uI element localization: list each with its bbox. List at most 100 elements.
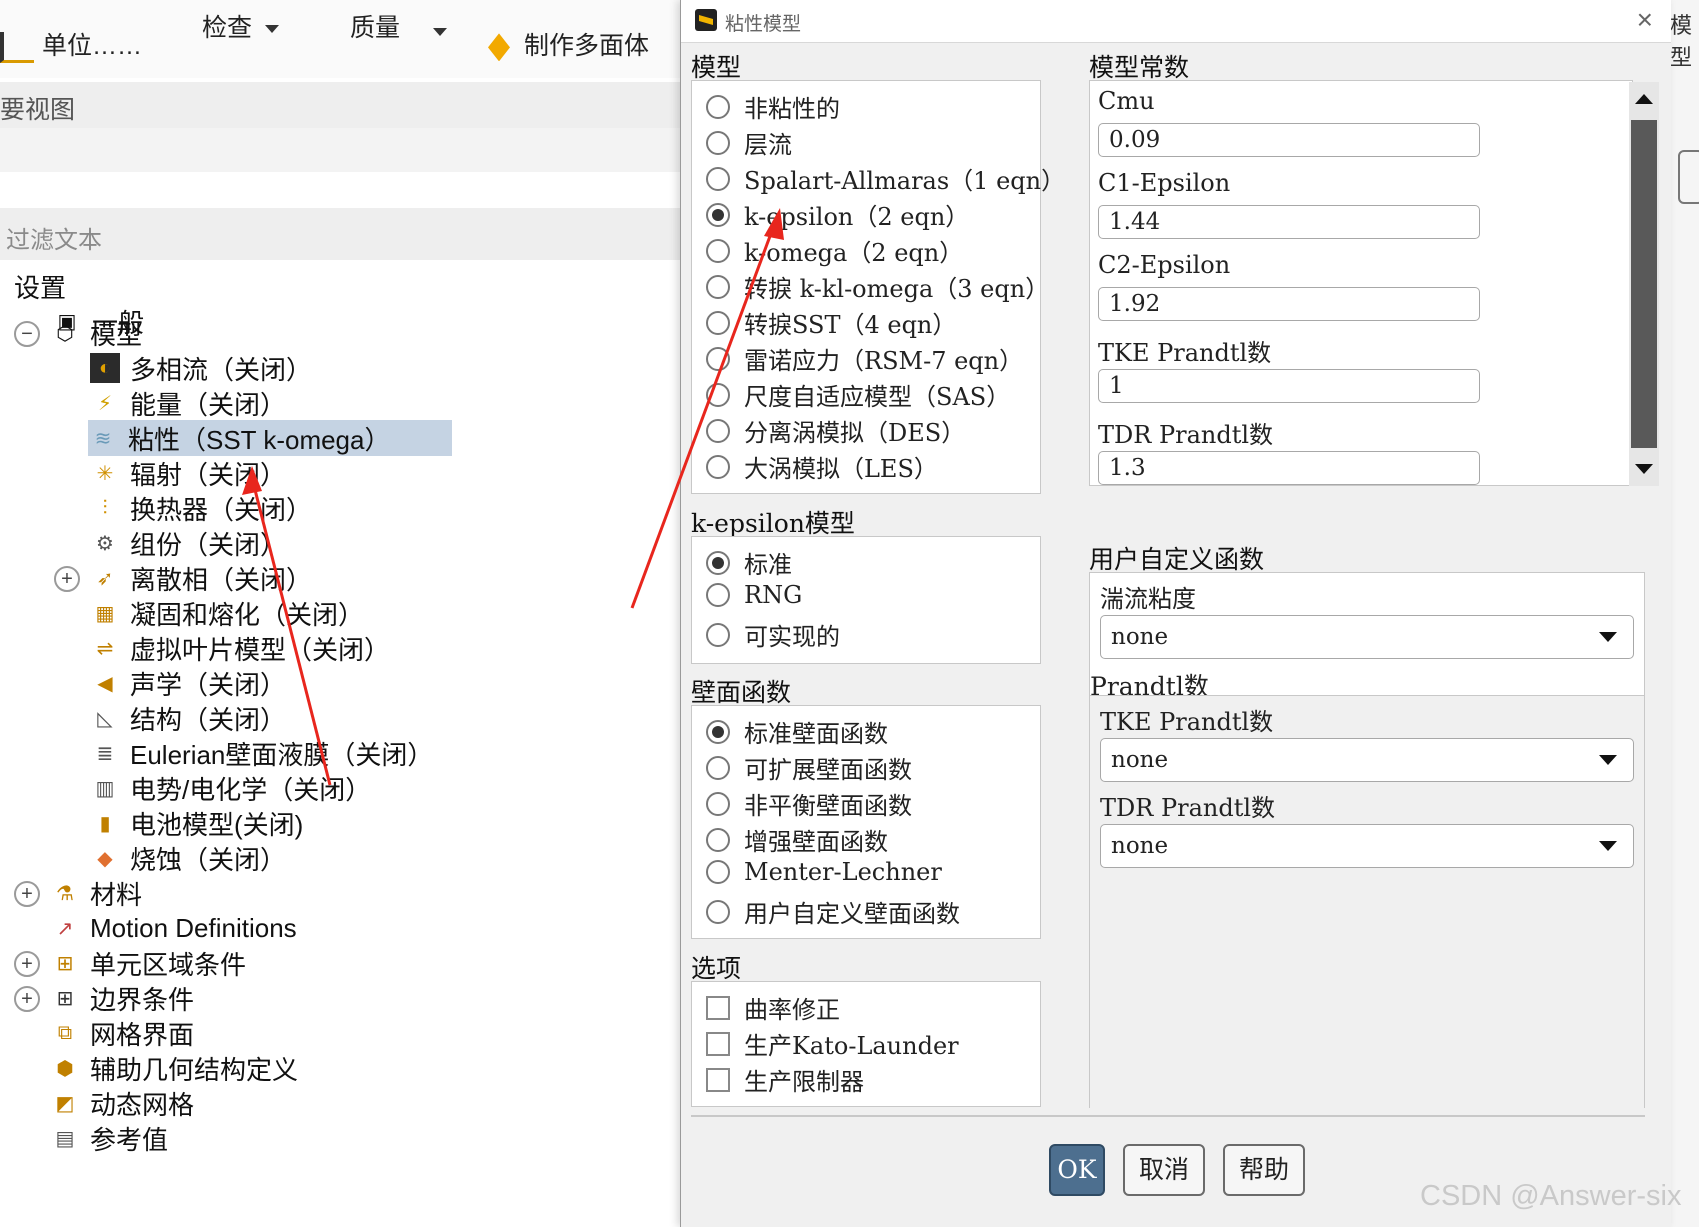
radio-button-selected[interactable] xyxy=(706,202,730,227)
tree-model-radiation[interactable]: ✳ 辐射（关闭） xyxy=(90,455,286,491)
option-kato-launder[interactable]: 生产Kato-Launder xyxy=(706,1026,959,1061)
tree-model-virtual-blade[interactable]: ⇌ 虚拟叶片模型（关闭） xyxy=(90,630,390,666)
expand-cell-zone-icon[interactable]: + xyxy=(14,951,40,977)
panel-control[interactable] xyxy=(1678,150,1699,204)
quality-chevron-down-icon[interactable] xyxy=(433,28,447,36)
radio-button[interactable] xyxy=(706,346,730,371)
model-option-les[interactable]: 大涡模拟（LES） xyxy=(706,449,938,484)
close-icon[interactable]: × xyxy=(1637,4,1653,36)
expand-boundary-icon[interactable]: + xyxy=(14,986,40,1012)
tree-cell-zone[interactable]: ⊞ 单元区域条件 xyxy=(50,945,246,981)
tree-model-solidification[interactable]: ▦ 凝固和熔化（关闭） xyxy=(90,595,364,631)
model-option-k-epsilon[interactable]: k-epsilon（2 eqn） xyxy=(706,197,969,232)
checkbox[interactable] xyxy=(706,995,730,1020)
model-option-sas[interactable]: 尺度自适应模型（SAS） xyxy=(706,377,1010,412)
tree-model-eulerian-film[interactable]: ≣ Eulerian壁面液膜（关闭） xyxy=(90,735,434,771)
tree-model-viscous[interactable]: ≋ 粘性（SST k-omega） xyxy=(88,420,452,456)
radio-button[interactable] xyxy=(706,860,730,884)
scroll-down-icon[interactable] xyxy=(1635,464,1653,474)
model-option-k-omega[interactable]: k-omega（2 eqn） xyxy=(706,233,963,268)
checkbox[interactable] xyxy=(706,1031,730,1056)
radio-button[interactable] xyxy=(706,94,730,119)
tree-dynamic-mesh[interactable]: ◩ 动态网格 xyxy=(50,1085,194,1121)
expand-dpm-icon[interactable]: + xyxy=(54,566,80,592)
tree-model-heat-exchanger[interactable]: ⫶ 换热器（关闭） xyxy=(90,490,313,526)
tree-mesh-interfaces[interactable]: ⧉ 网格界面 xyxy=(50,1015,194,1051)
radio-button[interactable] xyxy=(706,130,730,155)
radio-button-selected[interactable] xyxy=(706,719,730,744)
radio-button[interactable] xyxy=(706,454,730,479)
tree-model-acoustics[interactable]: ◀ 声学（关闭） xyxy=(90,665,286,701)
tke-prandtl-dropdown[interactable]: none xyxy=(1100,738,1634,782)
wall-option-standard[interactable]: 标准壁面函数 xyxy=(706,714,888,749)
tree-boundary[interactable]: ⊞ 边界条件 xyxy=(50,980,194,1016)
model-option-transition-kklw[interactable]: 转捩 k-kl-omega（3 eqn） xyxy=(706,269,1049,304)
model-option-des[interactable]: 分离涡模拟（DES） xyxy=(706,413,965,448)
turb-viscosity-dropdown[interactable]: none xyxy=(1100,615,1634,659)
tree-model-potential[interactable]: ▥ 电势/电化学（关闭） xyxy=(90,770,372,806)
quality-menu[interactable]: 质量 xyxy=(350,8,400,44)
tree-model-dpm[interactable]: ➶ 离散相（关闭） xyxy=(90,560,312,596)
wall-option-menter-lechner[interactable]: Menter-Lechner xyxy=(706,858,942,886)
tree-motion-definitions[interactable]: ↗ Motion Definitions xyxy=(50,910,297,946)
tree-model-battery[interactable]: ▮ 电池模型(关闭) xyxy=(90,805,303,841)
radio-button-selected[interactable] xyxy=(706,550,730,575)
tree-materials[interactable]: ⚗ 材料 xyxy=(50,875,142,911)
cmu-input[interactable]: 0.09 xyxy=(1098,123,1480,157)
radio-button[interactable] xyxy=(706,418,730,443)
radio-button[interactable] xyxy=(706,382,730,407)
wall-option-enhanced[interactable]: 增强壁面函数 xyxy=(706,822,888,857)
tree-setup[interactable]: 设置 xyxy=(14,268,66,304)
radio-button[interactable] xyxy=(706,274,730,299)
radio-button[interactable] xyxy=(706,310,730,335)
ok-button[interactable]: OK xyxy=(1049,1144,1105,1196)
radio-button[interactable] xyxy=(706,899,730,924)
c2-epsilon-input[interactable]: 1.92 xyxy=(1098,287,1480,321)
c1-epsilon-input[interactable]: 1.44 xyxy=(1098,205,1480,239)
radio-button[interactable] xyxy=(706,166,730,191)
tree-model-ablation[interactable]: ◆ 烧蚀（关闭） xyxy=(90,840,286,876)
model-option-transition-sst[interactable]: 转捩SST（4 eqn） xyxy=(706,305,956,340)
radio-button[interactable] xyxy=(706,827,730,852)
scroll-up-icon[interactable] xyxy=(1635,94,1653,104)
filter-input[interactable]: 过滤文本 xyxy=(0,208,690,260)
checkbox[interactable] xyxy=(706,1067,730,1092)
tke-prandtl-const-input[interactable]: 1 xyxy=(1098,369,1480,403)
check-menu[interactable]: 检查 xyxy=(202,8,279,44)
tree-model-energy[interactable]: ⚡ 能量（关闭） xyxy=(90,385,286,421)
radio-button[interactable] xyxy=(706,755,730,780)
constants-scrollbar[interactable] xyxy=(1629,82,1659,486)
cancel-button[interactable]: 取消 xyxy=(1123,1144,1205,1196)
model-option-spalart-allmaras[interactable]: Spalart-Allmaras（1 eqn） xyxy=(706,161,1065,196)
wall-option-non-equilibrium[interactable]: 非平衡壁面函数 xyxy=(706,786,912,821)
tree-reference-values[interactable]: ▤ 参考值 xyxy=(50,1120,168,1156)
model-option-inviscid[interactable]: 非粘性的 xyxy=(706,89,840,124)
materials-icon: ⚗ xyxy=(56,882,74,905)
radio-button[interactable] xyxy=(706,238,730,263)
make-polyhedra-button[interactable]: 制作多面体 xyxy=(488,26,649,62)
model-option-rsm[interactable]: 雷诺应力（RSM-7 eqn） xyxy=(706,341,1023,376)
tree-model-structure[interactable]: ◺ 结构（关闭） xyxy=(90,700,286,736)
radio-button[interactable] xyxy=(706,791,730,816)
tree-model-multiphase[interactable]: ◐ 多相流（关闭） xyxy=(90,350,312,386)
wall-option-user-defined[interactable]: 用户自定义壁面函数 xyxy=(706,894,960,929)
ke-option-realizable[interactable]: 可实现的 xyxy=(706,617,840,652)
radio-button[interactable] xyxy=(706,622,730,647)
units-button[interactable]: 单位…… xyxy=(0,26,142,63)
ke-option-rng[interactable]: RNG xyxy=(706,581,802,609)
expand-materials-icon[interactable]: + xyxy=(14,881,40,907)
tdr-prandtl-const-input[interactable]: 1.3 xyxy=(1098,451,1480,485)
option-production-limiter[interactable]: 生产限制器 xyxy=(706,1062,864,1097)
collapse-models-icon[interactable]: − xyxy=(14,321,40,347)
radio-button[interactable] xyxy=(706,583,730,607)
tree-models[interactable]: ⬡ 模型 xyxy=(50,315,142,351)
option-curvature-correction[interactable]: 曲率修正 xyxy=(706,990,840,1025)
tree-model-species[interactable]: ⚙ 组份（关闭） xyxy=(90,525,286,561)
wall-option-scalable[interactable]: 可扩展壁面函数 xyxy=(706,750,912,785)
ke-option-standard[interactable]: 标准 xyxy=(706,545,792,580)
help-button[interactable]: 帮助 xyxy=(1223,1144,1305,1196)
tree-aux-geometry[interactable]: ⬢ 辅助几何结构定义 xyxy=(50,1050,298,1086)
scrollbar-thumb[interactable] xyxy=(1631,120,1657,448)
model-option-laminar[interactable]: 层流 xyxy=(706,125,792,160)
tdr-prandtl-dropdown[interactable]: none xyxy=(1100,824,1634,868)
